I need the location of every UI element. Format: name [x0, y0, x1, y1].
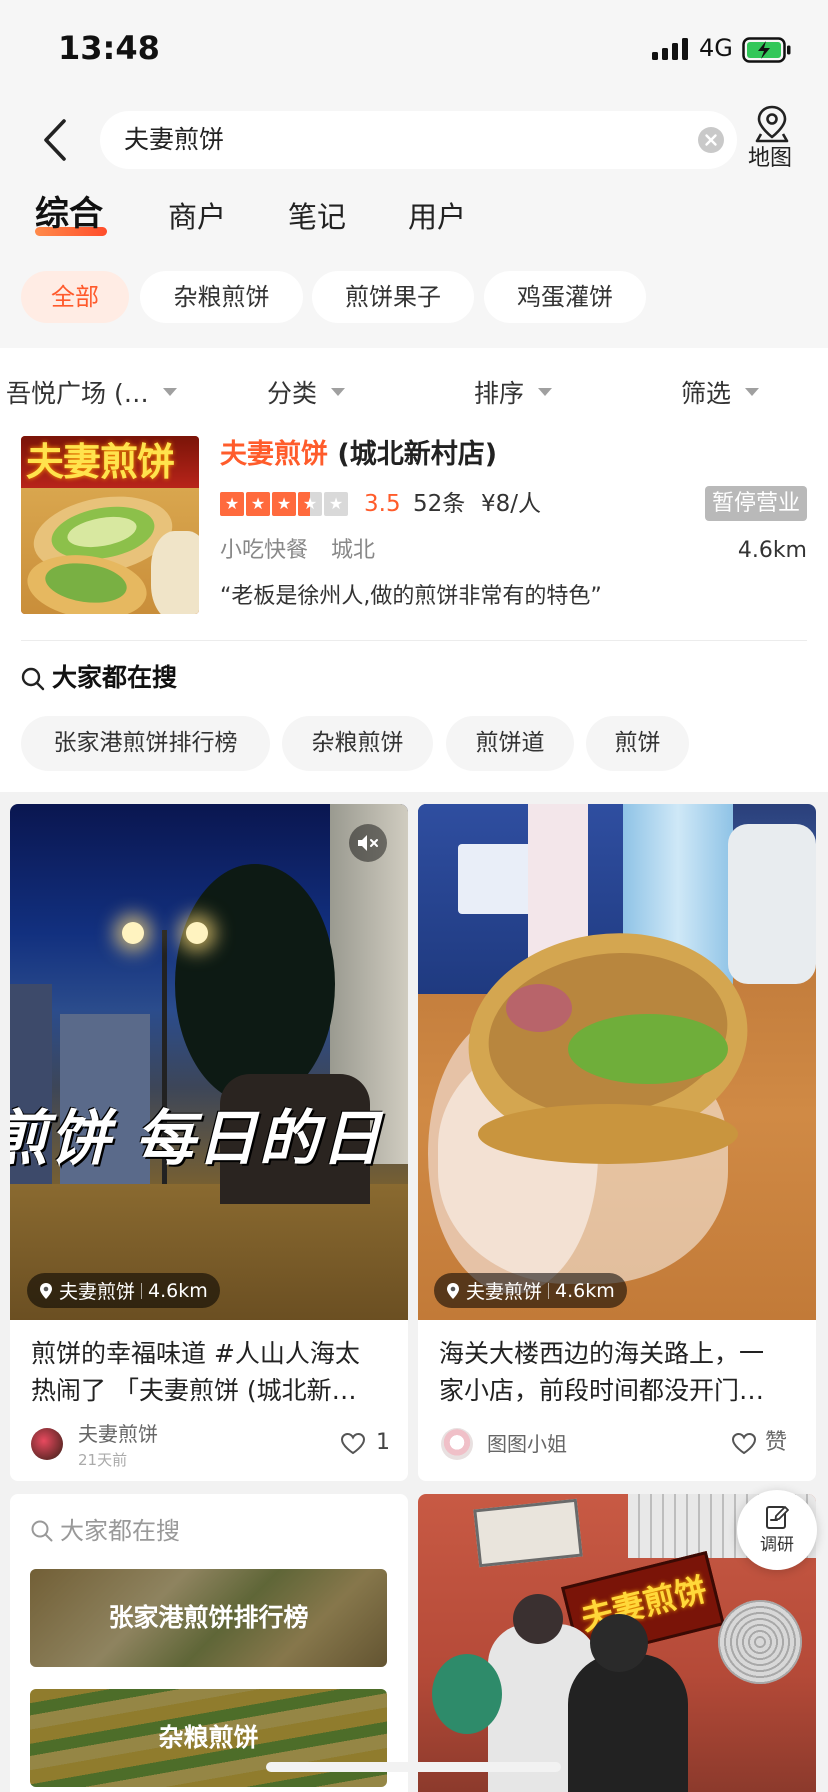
note-title-line: 煎饼的幸福味道 #人山人海太 — [31, 1339, 360, 1368]
search-results-screen: 13:48 4G 夫妻煎饼 地图 综合 商户 笔记 用户 全部 杂粮煎饼 煎饼果… — [0, 0, 828, 1792]
hot-search-chip[interactable]: 煎饼道 — [446, 716, 574, 771]
search-input[interactable]: 夫妻煎饼 — [100, 111, 737, 169]
caret-down-icon — [538, 388, 553, 396]
location-pin-icon — [447, 1282, 459, 1299]
price-per-person: ¥8/人 — [481, 491, 542, 517]
location-tag[interactable]: 夫妻煎饼 4.6km — [27, 1273, 220, 1308]
rating-score: 3.5 — [364, 491, 401, 517]
back-chevron-icon[interactable] — [34, 115, 78, 165]
hot-search-banner-label: 张家港煎饼排行榜 — [108, 1603, 309, 1632]
star-icon: ★ — [220, 492, 244, 516]
survey-label: 调研 — [760, 1535, 794, 1555]
hot-search-chip[interactable]: 杂粮煎饼 — [282, 716, 433, 771]
location-distance: 4.6km — [555, 1279, 615, 1302]
mute-button[interactable] — [349, 824, 387, 862]
filter-sort-label: 排序 — [474, 379, 525, 408]
hot-search-chip[interactable]: 煎饼 — [586, 716, 689, 771]
home-indicator[interactable] — [266, 1762, 561, 1772]
status-badge: 暂停营业 — [705, 486, 807, 521]
signal-bars-icon — [652, 38, 688, 60]
merchant-quote: “老板是徐州人,做的煎饼非常有的特色” — [220, 584, 602, 609]
filter-more[interactable]: 筛选 — [681, 370, 760, 414]
tab-users[interactable]: 用户 — [408, 196, 466, 238]
separator — [141, 1282, 143, 1299]
post-time: 21天前 — [78, 1451, 128, 1469]
map-pin-icon — [755, 105, 789, 143]
hot-search-banner[interactable]: 杂粮煎饼 — [30, 1689, 387, 1787]
video-thumbnail: 煎饼 每日的日 夫妻煎饼 4.6km — [10, 804, 408, 1320]
chip-jianbing-guozi[interactable]: 煎饼果子 — [312, 271, 474, 323]
network-type: 4G — [699, 34, 733, 62]
merchant-area: 城北 — [331, 538, 376, 563]
search-query: 夫妻煎饼 — [124, 125, 225, 154]
heart-icon[interactable] — [731, 1432, 757, 1456]
like-label: 赞 — [765, 1430, 788, 1455]
hot-search-banner[interactable]: 张家港煎饼排行榜 — [30, 1569, 387, 1667]
star-rating: ★ ★ ★ ★ ★ — [220, 492, 348, 516]
location-name: 夫妻煎饼 — [59, 1281, 136, 1303]
merchant-distance: 4.6km — [737, 538, 807, 563]
hot-search-title: 大家都在搜 — [52, 663, 178, 692]
star-icon: ★ — [298, 492, 322, 516]
caret-down-icon — [162, 388, 177, 396]
merchant-photo: 夫妻煎饼 — [21, 436, 199, 614]
hot-search-card: 大家都在搜 张家港煎饼排行榜 杂粮煎饼 — [10, 1494, 408, 1792]
search-icon — [31, 1520, 53, 1542]
author-name[interactable]: 图图小姐 — [487, 1430, 567, 1458]
status-time: 13:48 — [58, 29, 160, 67]
like-count: 1 — [376, 1430, 390, 1455]
filter-location[interactable]: 吾悦广场 (… — [6, 370, 177, 414]
filter-sort[interactable]: 排序 — [474, 370, 553, 414]
caret-down-icon — [745, 388, 760, 396]
location-name: 夫妻煎饼 — [466, 1281, 543, 1303]
filter-category[interactable]: 分类 — [267, 370, 346, 414]
merchant-name: 夫妻煎饼 (城北新村店) — [220, 436, 497, 474]
divider — [21, 640, 807, 641]
map-button[interactable]: 地图 — [744, 100, 804, 176]
chip-all[interactable]: 全部 — [21, 271, 129, 323]
survey-button[interactable]: 调研 — [737, 1490, 817, 1570]
note-card[interactable]: 夫妻煎饼 4.6km 海关大楼西边的海关路上，一 家小店，前段时间都没开门… 图… — [418, 804, 816, 1481]
note-photo: 夫妻煎饼 4.6km — [418, 804, 816, 1320]
author-name[interactable]: 夫妻煎饼 — [78, 1420, 158, 1448]
review-count: 52条 — [413, 491, 466, 517]
avatar[interactable] — [31, 1428, 63, 1460]
note-title-line: 海关大楼西边的海关路上，一 — [439, 1339, 765, 1368]
filter-location-label: 吾悦广场 (… — [6, 379, 149, 408]
mute-icon — [358, 835, 378, 851]
note-card[interactable]: 煎饼 每日的日 夫妻煎饼 4.6km 煎饼的幸福味道 #人山人海太 热闹了 「夫… — [10, 804, 408, 1481]
heart-icon[interactable] — [340, 1432, 366, 1456]
hot-search-card-title: 大家都在搜 — [60, 1517, 180, 1545]
chip-egg-pancake[interactable]: 鸡蛋灌饼 — [484, 271, 646, 323]
tab-all[interactable]: 综合 — [35, 193, 103, 235]
note-title-line: 热闹了 「夫妻煎饼 (城北新… — [31, 1376, 357, 1405]
merchant-name-suffix: (城北新村店) — [328, 439, 498, 470]
caret-down-icon — [331, 388, 346, 396]
chip-multigrain-pancake[interactable]: 杂粮煎饼 — [140, 271, 303, 323]
edit-note-icon — [766, 1506, 789, 1529]
merchant-name-highlight: 夫妻煎饼 — [220, 439, 328, 470]
hot-search-banner-label: 杂粮煎饼 — [158, 1723, 259, 1752]
search-icon — [21, 667, 45, 691]
note-title-line: 家小店，前段时间都没开门… — [439, 1376, 765, 1405]
clear-circle-icon[interactable] — [698, 127, 724, 153]
location-pin-icon — [40, 1282, 52, 1299]
avatar[interactable] — [441, 1428, 473, 1460]
star-icon: ★ — [246, 492, 270, 516]
star-icon: ★ — [272, 492, 296, 516]
tab-notes[interactable]: 笔记 — [288, 196, 346, 238]
filter-category-label: 分类 — [267, 379, 318, 408]
hot-search-chip[interactable]: 张家港煎饼排行榜 — [21, 716, 270, 771]
separator — [548, 1282, 550, 1299]
tab-merchants[interactable]: 商户 — [168, 196, 226, 238]
filter-more-label: 筛选 — [681, 379, 732, 408]
star-icon: ★ — [324, 492, 348, 516]
location-tag[interactable]: 夫妻煎饼 4.6km — [434, 1273, 627, 1308]
merchant-category: 小吃快餐 — [220, 538, 309, 563]
map-label: 地图 — [748, 146, 793, 171]
merchant-photo-sign: 夫妻煎饼 — [26, 440, 175, 484]
battery-charging-icon — [742, 37, 791, 63]
video-caption: 煎饼 每日的日 — [10, 1104, 383, 1174]
location-distance: 4.6km — [148, 1279, 208, 1302]
